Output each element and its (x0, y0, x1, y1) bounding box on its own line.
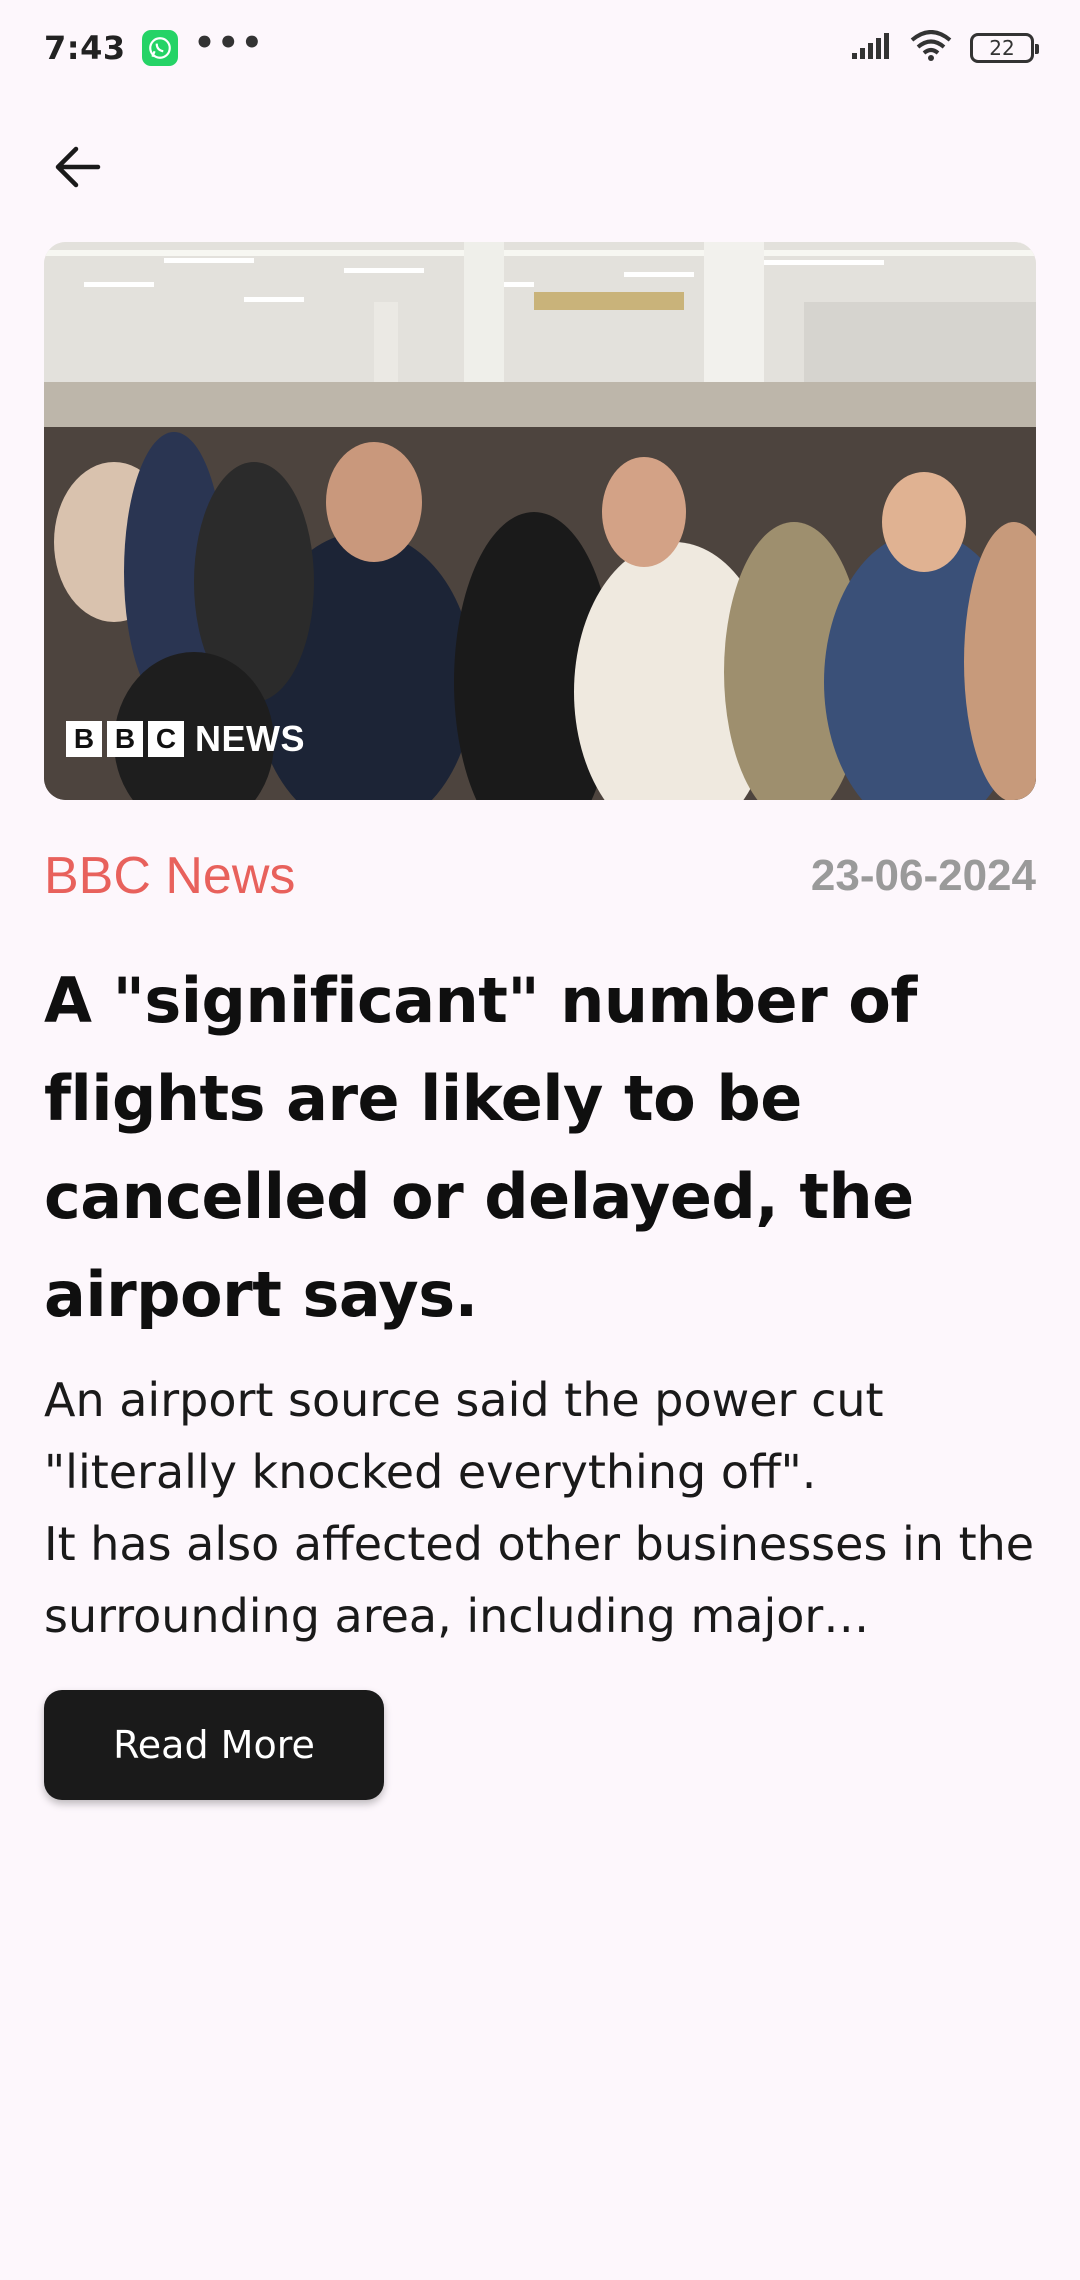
logo-letter: C (148, 721, 184, 757)
more-notifications-icon: ••• (193, 23, 265, 63)
logo-letter: B (66, 721, 102, 757)
logo-news-text: NEWS (195, 718, 305, 759)
article-source: BBC News (44, 847, 296, 905)
status-time: 7:43 (44, 29, 126, 67)
signal-icon (850, 31, 892, 65)
status-bar: 7:43 ••• 22 (0, 0, 1080, 96)
article-image: B B C NEWS (44, 242, 1036, 800)
status-left: 7:43 ••• (44, 23, 265, 67)
whatsapp-icon (141, 30, 178, 66)
article-date: 23-06-2024 (810, 851, 1036, 900)
article-headline: A "significant" number of flights are li… (44, 964, 917, 1331)
battery-icon: 22 (970, 33, 1039, 63)
arrow-left-icon (55, 146, 101, 188)
battery-level: 22 (989, 36, 1015, 60)
article-meta: BBC News 23-06-2024 (44, 846, 1036, 906)
wifi-icon (910, 30, 952, 66)
status-right: 22 (850, 30, 1039, 66)
article-body: An airport source said the power cut "li… (44, 1373, 1035, 1643)
bbc-news-logo: B B C NEWS (66, 718, 305, 760)
back-button[interactable] (40, 130, 114, 204)
logo-letter: B (107, 721, 143, 757)
read-more-button[interactable]: Read More (44, 1690, 384, 1800)
crowd-photo (44, 242, 1036, 800)
